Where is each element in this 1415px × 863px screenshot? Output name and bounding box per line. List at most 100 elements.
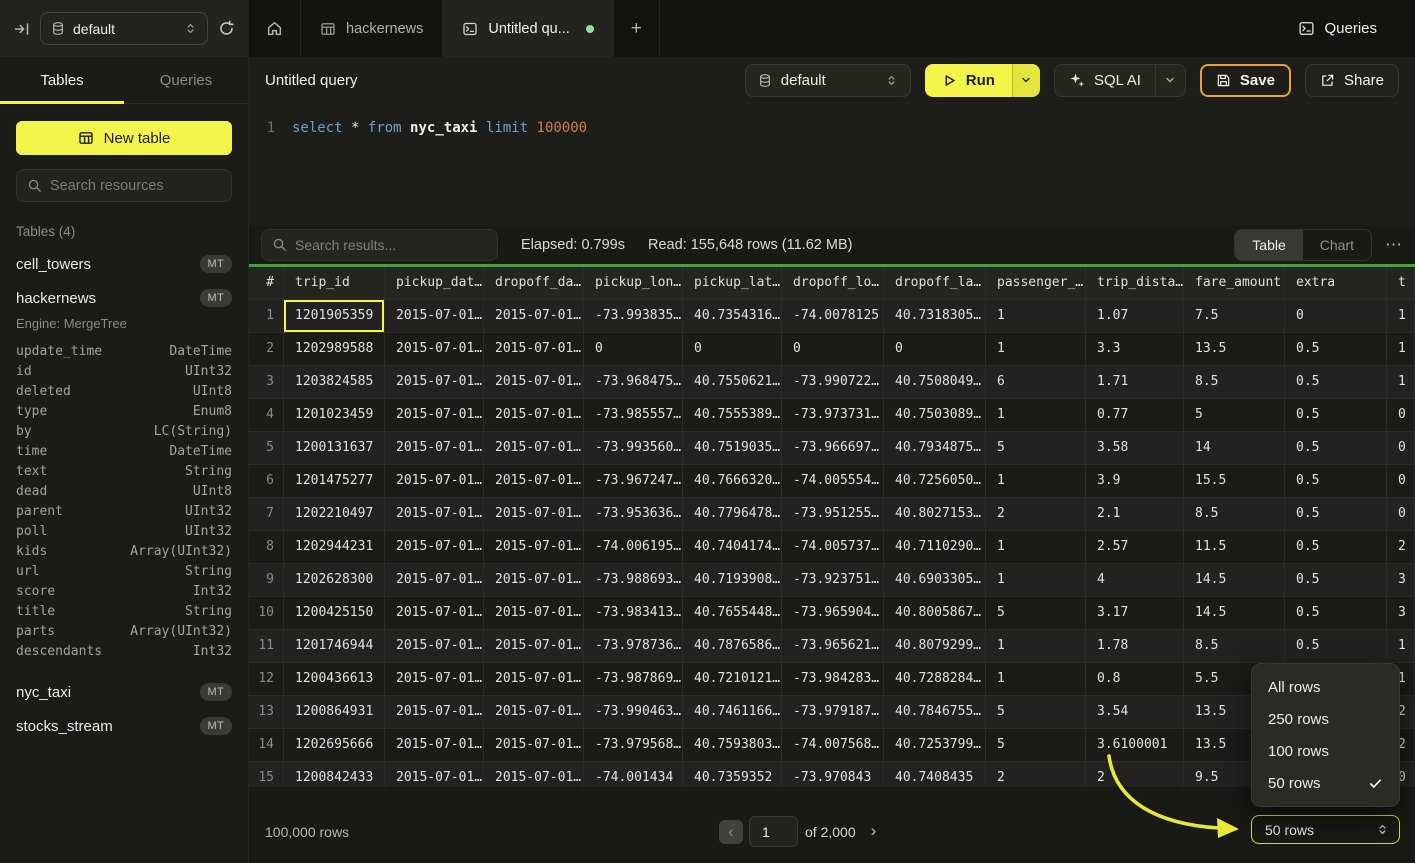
table-cell[interactable]: 2015-07-01… — [484, 630, 584, 663]
table-cell[interactable]: 2015-07-01… — [385, 630, 484, 663]
table-cell[interactable]: 1.78 — [1086, 630, 1184, 663]
table-cell[interactable]: 1 — [1387, 300, 1415, 333]
table-cell[interactable]: 0.5 — [1285, 333, 1387, 366]
table-cell[interactable]: -73.953636… — [584, 498, 683, 531]
table-cell[interactable]: 2015-07-01… — [385, 498, 484, 531]
table-cell[interactable]: 40.8005867… — [884, 597, 986, 630]
table-cell[interactable]: 14.5 — [1184, 597, 1285, 630]
column-header[interactable]: # — [249, 267, 284, 300]
menu-item-100-rows[interactable]: 100 rows — [1252, 735, 1399, 767]
table-cell[interactable]: 1.71 — [1086, 366, 1184, 399]
run-options-caret[interactable] — [1012, 64, 1040, 97]
table-cell[interactable]: 2015-07-01… — [385, 597, 484, 630]
table-cell[interactable]: 2015-07-01… — [385, 300, 484, 333]
table-cell[interactable]: 1201746944 — [284, 630, 385, 663]
table-cell[interactable]: 2015-07-01… — [484, 465, 584, 498]
query-title[interactable]: Untitled query — [265, 72, 358, 89]
table-cell[interactable]: 2015-07-01… — [385, 333, 484, 366]
table-cell[interactable]: 2015-07-01… — [484, 399, 584, 432]
column-header[interactable]: t — [1387, 267, 1415, 300]
table-cell[interactable]: 0.5 — [1285, 630, 1387, 663]
table-cell[interactable]: 0 — [1387, 465, 1415, 498]
column-header[interactable]: trip_dista… — [1086, 267, 1184, 300]
table-cell[interactable]: 40.7519035… — [683, 432, 782, 465]
column-header[interactable]: extra — [1285, 267, 1387, 300]
table-cell[interactable]: 2 — [986, 498, 1086, 531]
table-cell[interactable]: 2015-07-01… — [385, 762, 484, 787]
table-cell[interactable]: 1 — [1387, 333, 1415, 366]
menu-item-all-rows[interactable]: All rows — [1252, 671, 1399, 703]
table-cell[interactable]: 8.5 — [1184, 366, 1285, 399]
menu-item-50-rows[interactable]: 50 rows — [1252, 767, 1399, 799]
table-cell[interactable]: 40.7288284… — [884, 663, 986, 696]
table-cell[interactable]: 40.7666320… — [683, 465, 782, 498]
row-number[interactable]: 14 — [249, 729, 284, 762]
column-header[interactable]: dropoff_lo… — [782, 267, 884, 300]
row-number[interactable]: 5 — [249, 432, 284, 465]
table-cell[interactable]: 2015-07-01… — [484, 762, 584, 787]
view-table-segment[interactable]: Table — [1235, 230, 1302, 260]
table-cell[interactable]: -73.984283… — [782, 663, 884, 696]
queries-button[interactable]: Queries — [1298, 0, 1415, 57]
table-cell[interactable]: 40.7253799… — [884, 729, 986, 762]
row-number[interactable]: 8 — [249, 531, 284, 564]
table-cell[interactable]: 3.54 — [1086, 696, 1184, 729]
table-cell[interactable]: 1 — [1387, 366, 1415, 399]
table-cell[interactable]: 0 — [1285, 300, 1387, 333]
table-cell[interactable]: 2015-07-01… — [484, 366, 584, 399]
table-cell[interactable]: 0.5 — [1285, 465, 1387, 498]
table-cell[interactable]: -74.006195… — [584, 531, 683, 564]
new-tab-button[interactable]: + — [614, 0, 660, 57]
table-cell[interactable]: 2015-07-01… — [385, 465, 484, 498]
table-cell[interactable]: -73.966697… — [782, 432, 884, 465]
table-cell[interactable]: 1200425150 — [284, 597, 385, 630]
table-cell[interactable]: 4 — [1086, 564, 1184, 597]
sidebar-item-cell-towers[interactable]: cell_towers MT — [16, 247, 232, 281]
table-cell[interactable]: 40.7593803… — [683, 729, 782, 762]
sql-ai-caret[interactable] — [1155, 65, 1185, 96]
table-cell[interactable]: 5 — [986, 729, 1086, 762]
table-cell[interactable]: -73.967247… — [584, 465, 683, 498]
results-search-input[interactable] — [295, 237, 487, 253]
column-header[interactable]: dropoff_da… — [484, 267, 584, 300]
table-cell[interactable]: 1202628300 — [284, 564, 385, 597]
table-cell[interactable]: 0.5 — [1285, 597, 1387, 630]
table-cell[interactable]: 1 — [986, 531, 1086, 564]
table-cell[interactable]: 1200864931 — [284, 696, 385, 729]
sidebar-tab-tables[interactable]: Tables — [0, 57, 124, 103]
table-cell[interactable]: 1 — [986, 663, 1086, 696]
column-header[interactable]: passenger_… — [986, 267, 1086, 300]
view-chart-segment[interactable]: Chart — [1303, 230, 1371, 260]
table-cell[interactable]: -73.979187… — [782, 696, 884, 729]
table-cell[interactable]: 0 — [1387, 432, 1415, 465]
table-cell[interactable]: -74.001434 — [584, 762, 683, 787]
table-cell[interactable]: 0 — [884, 333, 986, 366]
table-cell[interactable]: 1201475277 — [284, 465, 385, 498]
table-cell[interactable]: 2015-07-01… — [484, 531, 584, 564]
table-cell[interactable]: 40.8027153… — [884, 498, 986, 531]
table-cell[interactable]: 2015-07-01… — [484, 564, 584, 597]
table-cell[interactable]: -73.923751… — [782, 564, 884, 597]
column-header[interactable]: pickup_lon… — [584, 267, 683, 300]
table-cell[interactable]: 1203824585 — [284, 366, 385, 399]
table-cell[interactable]: 0 — [1387, 498, 1415, 531]
table-cell[interactable]: 2015-07-01… — [385, 696, 484, 729]
table-cell[interactable]: -73.978736… — [584, 630, 683, 663]
table-cell[interactable]: -73.968475… — [584, 366, 683, 399]
table-cell[interactable]: 3.9 — [1086, 465, 1184, 498]
table-cell[interactable]: 40.7256050… — [884, 465, 986, 498]
row-number[interactable]: 4 — [249, 399, 284, 432]
table-cell[interactable]: 2015-07-01… — [385, 432, 484, 465]
table-cell[interactable]: 2 — [1086, 762, 1184, 787]
table-cell[interactable]: -73.979568… — [584, 729, 683, 762]
table-cell[interactable]: -73.990463… — [584, 696, 683, 729]
row-number[interactable]: 6 — [249, 465, 284, 498]
new-table-button[interactable]: New table — [16, 121, 232, 155]
column-header[interactable]: dropoff_la… — [884, 267, 986, 300]
table-cell[interactable]: 2015-07-01… — [385, 531, 484, 564]
table-cell[interactable]: 2015-07-01… — [484, 300, 584, 333]
row-number[interactable]: 7 — [249, 498, 284, 531]
table-cell[interactable]: -73.993835… — [584, 300, 683, 333]
table-cell[interactable]: 1200842433 — [284, 762, 385, 787]
save-button[interactable]: Save — [1200, 64, 1291, 97]
